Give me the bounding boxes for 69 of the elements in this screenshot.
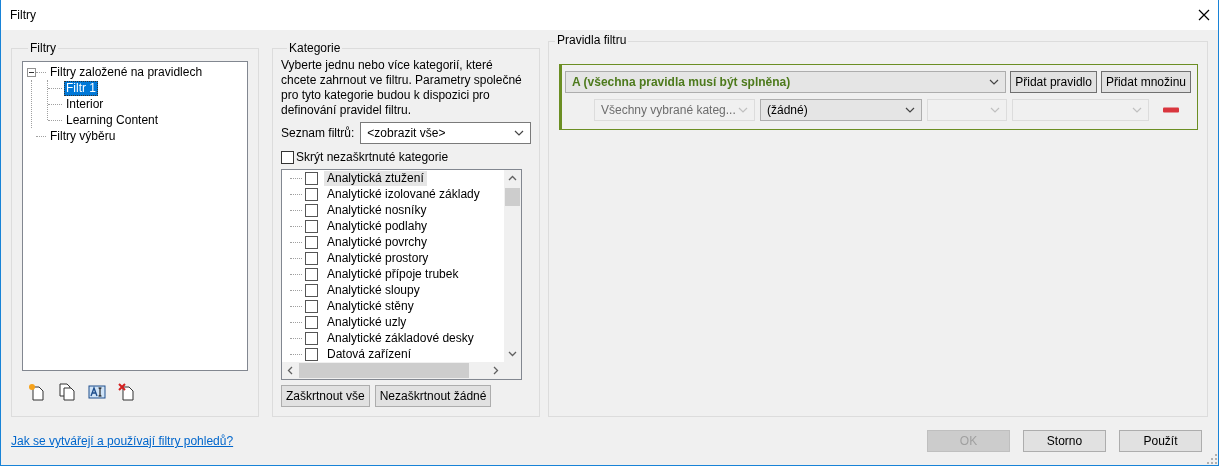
rule-dropdown[interactable]: (žádné) xyxy=(760,99,922,121)
checkbox[interactable] xyxy=(305,347,318,361)
checkbox[interactable] xyxy=(305,187,318,201)
list-item[interactable]: Datová zařízení xyxy=(324,346,415,362)
checkbox[interactable] xyxy=(305,315,318,329)
checkbox[interactable] xyxy=(305,219,318,233)
list-item[interactable]: Analytické přípoje trubek xyxy=(324,266,462,282)
button[interactable]: Přidat množinu xyxy=(1100,71,1191,93)
close-icon[interactable] xyxy=(1198,9,1210,21)
button[interactable]: Použít xyxy=(1119,430,1202,452)
list-item[interactable]: Analytické prostory xyxy=(324,250,432,266)
button[interactable]: Zaškrtnout vše xyxy=(281,385,370,407)
button[interactable]: Nezaškrtnout žádné xyxy=(374,385,492,407)
tree-item[interactable]: Filtry výběru xyxy=(48,128,118,144)
collapse-icon[interactable] xyxy=(27,67,36,77)
list-item[interactable]: Analytické izolované základy xyxy=(324,186,483,202)
chevron-down-icon xyxy=(989,79,1000,85)
window-title: Filtry xyxy=(10,8,36,22)
list-item[interactable]: Analytické sloupy xyxy=(324,282,423,298)
checkbox[interactable] xyxy=(305,331,318,345)
checkbox[interactable] xyxy=(305,283,318,297)
duplicate-icon[interactable] xyxy=(58,383,76,401)
scrollbar-thumb[interactable] xyxy=(299,363,469,378)
list-item[interactable]: Analytické povrchy xyxy=(324,234,431,250)
checkbox[interactable] xyxy=(281,150,294,164)
chevron-down-icon[interactable] xyxy=(508,349,517,358)
list-item[interactable]: Analytické podlahy xyxy=(324,218,431,234)
group-title: Pravidla filtru xyxy=(555,33,629,47)
chevron-left-icon[interactable] xyxy=(286,366,295,375)
chevron-down-icon xyxy=(905,107,915,113)
checkbox[interactable] xyxy=(305,251,318,265)
chevron-down-icon xyxy=(738,107,748,113)
delete-icon[interactable] xyxy=(118,383,136,401)
resize-grip-icon[interactable] xyxy=(1207,454,1217,464)
chevron-down-icon xyxy=(990,107,1000,113)
list-item[interactable]: Analytické základové desky xyxy=(324,330,477,346)
horizontal-scrollbar[interactable] xyxy=(282,362,504,379)
chevron-up-icon[interactable] xyxy=(508,174,517,183)
chevron-down-icon xyxy=(1132,107,1142,113)
checkbox[interactable] xyxy=(305,171,318,185)
list-item[interactable]: Analytické uzly xyxy=(324,314,410,330)
group-title: Kategorie xyxy=(288,41,342,55)
tree-item[interactable]: Filtr 1 xyxy=(64,80,98,96)
list-item[interactable]: Analytická ztužení xyxy=(324,170,427,186)
tree-item[interactable]: Interior xyxy=(64,96,106,112)
tree-item[interactable]: Learning Content xyxy=(64,112,161,128)
button[interactable]: Storno xyxy=(1023,430,1106,452)
checkbox[interactable] xyxy=(305,235,318,249)
chevron-right-icon[interactable] xyxy=(491,366,500,375)
button[interactable]: Přidat pravidlo xyxy=(1010,71,1097,93)
tree-item[interactable]: Filtry založené na pravidlech xyxy=(48,64,205,80)
list-item[interactable]: Analytické nosníky xyxy=(324,202,430,218)
condition-dropdown[interactable]: A (všechna pravidla musí být splněna) xyxy=(565,71,1007,93)
checkbox-label: Skrýt nezaškrtnuté kategorie xyxy=(296,150,449,164)
checkbox[interactable] xyxy=(305,267,318,281)
checkbox[interactable] xyxy=(305,203,318,217)
checkbox[interactable] xyxy=(305,299,318,313)
chevron-down-icon xyxy=(514,130,524,136)
vertical-scrollbar[interactable] xyxy=(504,170,521,362)
group-title: Filtry xyxy=(29,41,57,55)
new-document-icon[interactable] xyxy=(28,383,46,401)
description-text: Vyberte jednu nebo více kategorií, které chcete zahrnout ve filtru. Parametry společné pro tyto kategorie budou k dispozici pro definování pravidel filtru. xyxy=(281,58,523,118)
scrollbar-thumb[interactable] xyxy=(505,188,520,206)
rename-icon[interactable] xyxy=(88,383,106,401)
help-link[interactable]: Jak se vytvářejí a používají filtry pohledů? xyxy=(11,434,234,448)
remove-icon[interactable] xyxy=(1163,107,1179,113)
filter-list-dropdown[interactable]: <zobrazit vše> xyxy=(360,122,531,144)
list-item[interactable]: Analytické stěny xyxy=(324,298,417,314)
field-label: Seznam filtrů: xyxy=(281,126,355,140)
